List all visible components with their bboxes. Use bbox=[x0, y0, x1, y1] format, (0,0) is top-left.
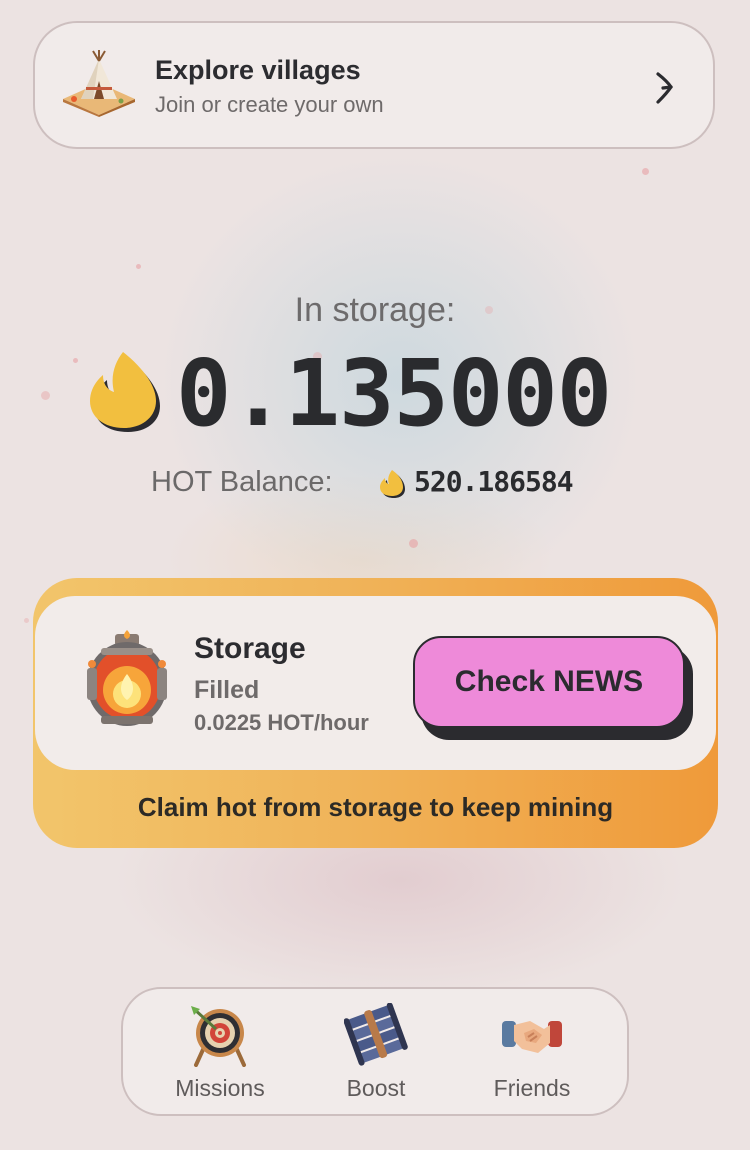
chevron-right-icon[interactable] bbox=[653, 71, 677, 105]
village-card-title: Explore villages bbox=[155, 55, 361, 85]
check-news-button[interactable]: Check NEWS bbox=[413, 636, 685, 728]
flame-icon bbox=[380, 470, 405, 498]
dartboard-icon bbox=[191, 1006, 246, 1067]
village-card-subtitle: Join or create your own bbox=[155, 92, 384, 117]
explore-villages-card[interactable]: Explore villages Join or create your own bbox=[33, 21, 715, 149]
decor-dot bbox=[136, 264, 141, 269]
storage-furnace-icon bbox=[87, 630, 167, 726]
nav-item-missions[interactable]: Missions bbox=[145, 989, 295, 1114]
bottom-nav: Missions Boost Friends bbox=[121, 987, 629, 1116]
decor-dot bbox=[41, 391, 50, 400]
decor-dot bbox=[24, 618, 29, 623]
storage-card-inner: Storage Filled 0.0225 HOT/hour Check NEW… bbox=[35, 596, 716, 770]
nav-label-friends: Friends bbox=[493, 1075, 571, 1101]
decor-dot bbox=[642, 168, 649, 175]
hot-balance-label: HOT Balance: bbox=[151, 466, 333, 498]
nav-item-friends[interactable]: Friends bbox=[457, 989, 607, 1114]
storage-card: Storage Filled 0.0225 HOT/hour Check NEW… bbox=[33, 578, 718, 848]
boost-pipes-icon bbox=[344, 1003, 408, 1066]
nav-label-missions: Missions bbox=[175, 1075, 265, 1101]
storage-title: Storage bbox=[194, 632, 306, 665]
storage-status: Filled bbox=[194, 676, 260, 704]
storage-label: In storage: bbox=[294, 291, 456, 329]
storage-rate: 0.0225 HOT/hour bbox=[194, 710, 369, 735]
decor-dot bbox=[73, 358, 78, 363]
decor-dot bbox=[409, 539, 418, 548]
storage-amount: 0.135000 bbox=[176, 340, 612, 447]
flame-icon bbox=[90, 352, 160, 432]
claim-hint-text: Claim hot from storage to keep mining bbox=[137, 792, 614, 822]
teepee-village-icon bbox=[63, 50, 135, 117]
hot-balance-value: 520.186584 bbox=[414, 465, 574, 498]
handshake-icon bbox=[502, 1021, 562, 1053]
nav-label-boost: Boost bbox=[346, 1075, 406, 1101]
nav-item-boost[interactable]: Boost bbox=[301, 989, 451, 1114]
